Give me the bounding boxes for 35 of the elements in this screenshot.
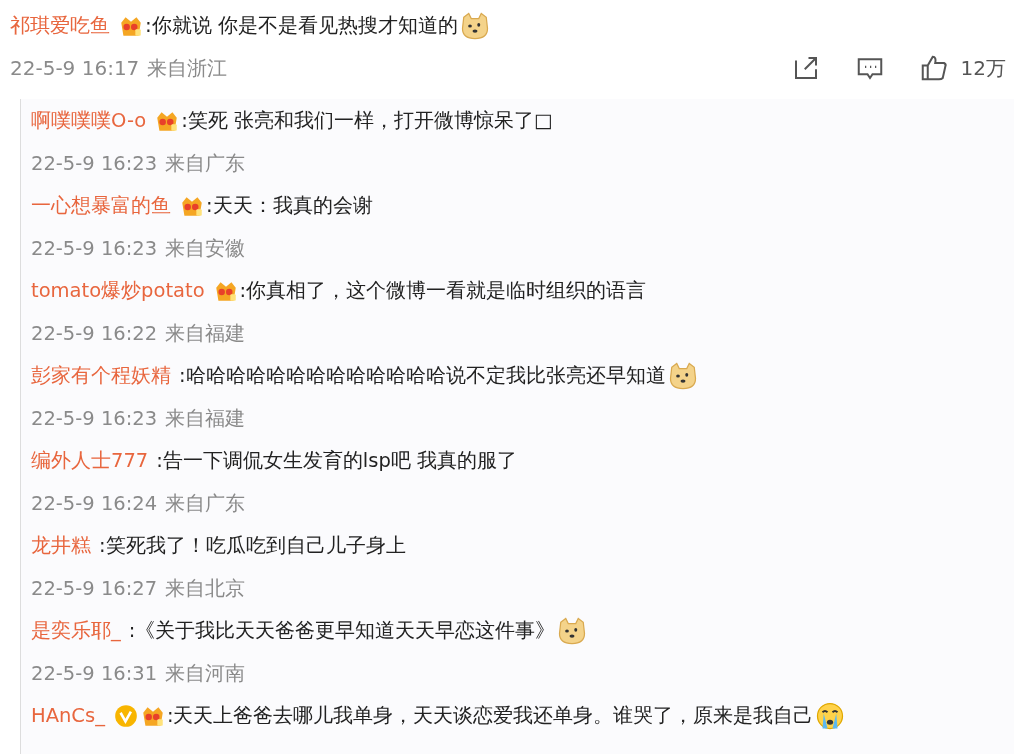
- timestamp: 22-5-9 16:23: [31, 406, 158, 430]
- timestamp: 22-5-9 16:23: [31, 236, 158, 260]
- comment-text: :天天：我真的会谢: [206, 193, 373, 219]
- user-name[interactable]: HAnCs_: [31, 704, 105, 727]
- timestamp: 22-5-9 16:23: [31, 151, 158, 175]
- user-name[interactable]: 是奕乐耶_: [31, 617, 121, 644]
- user-name[interactable]: 编外人士777: [31, 447, 149, 474]
- location-text: 来自浙江: [147, 54, 228, 82]
- timestamp: 22-5-9 16:22: [31, 321, 158, 345]
- comment-text: :笑死 张亮和我们一样，打开微博惊呆了□: [181, 108, 553, 134]
- comment-text: :《关于我比天天爸爸更早知道天天早恋这件事》: [128, 618, 556, 644]
- comment-text: :告一下调侃女生发育的lsp吧 我真的服了: [156, 448, 517, 474]
- comment-text: :你真相了，这个微博一看就是临时组织的语言: [239, 278, 647, 304]
- user-name[interactable]: 彭家有个程妖精: [31, 362, 171, 389]
- user-name[interactable]: 龙井糕: [31, 532, 91, 559]
- timestamp: 22-5-9 16:24: [31, 491, 158, 515]
- user-name[interactable]: 祁琪爱吃鱼: [10, 12, 110, 39]
- timestamp: 22-5-9 16:27: [31, 576, 158, 600]
- location-text: 来自福建: [165, 405, 246, 432]
- user-name[interactable]: tomato爆炒potato: [31, 277, 205, 304]
- location-text: 来自安徽: [165, 235, 246, 262]
- comment-text: :笑死我了！吃瓜吃到自己儿子身上: [99, 533, 406, 559]
- timestamp: 22-5-9 16:31: [31, 661, 158, 685]
- comment-text: :你就说 你是不是看见热搜才知道的: [145, 12, 459, 39]
- location-text: 来自福建: [165, 320, 246, 347]
- location-text: 来自广东: [165, 490, 246, 517]
- comment-text: :天天上爸爸去哪儿我单身，天天谈恋爱我还单身。谁哭了，原来是我自己: [166, 703, 814, 729]
- user-name[interactable]: 啊噗噗噗O-o: [31, 107, 147, 134]
- location-text: 来自广东: [165, 150, 246, 177]
- comment-text: :哈哈哈哈哈哈哈哈哈哈哈哈哈说不定我比张亮还早知道: [179, 363, 666, 389]
- user-name[interactable]: 一心想暴富的鱼: [31, 192, 171, 219]
- timestamp: 22-5-9 16:17: [10, 56, 140, 80]
- location-text: 来自北京: [165, 575, 246, 602]
- like-count: 12万: [960, 54, 1006, 82]
- location-text: 来自河南: [165, 660, 246, 687]
